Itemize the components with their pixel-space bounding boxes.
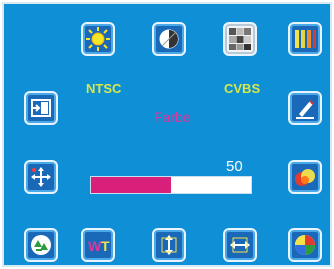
- text-icon[interactable]: W T: [81, 228, 115, 262]
- recycle-icon[interactable]: [24, 228, 58, 262]
- position-icon[interactable]: [24, 160, 58, 194]
- color-level-slider[interactable]: [90, 176, 252, 194]
- brightness-icon[interactable]: [81, 22, 115, 56]
- color-icon[interactable]: [288, 160, 322, 194]
- vertical-size-icon[interactable]: [152, 228, 186, 262]
- value-label: 50: [226, 158, 243, 175]
- exit-input-icon[interactable]: [24, 91, 58, 125]
- pattern-icon[interactable]: [223, 22, 257, 56]
- edit-icon[interactable]: [288, 91, 322, 125]
- color-bars-icon[interactable]: [288, 22, 322, 56]
- osd-menu: NTSC CVBS Farbe W T 50: [2, 2, 332, 267]
- slider-fill: [91, 177, 171, 193]
- svg-text:T: T: [101, 238, 110, 254]
- horizontal-size-icon[interactable]: [223, 228, 257, 262]
- input-source-label: CVBS: [224, 81, 261, 96]
- color-wheel-icon[interactable]: [288, 228, 322, 262]
- svg-text:W: W: [88, 238, 102, 254]
- contrast-icon[interactable]: [152, 22, 186, 56]
- signal-standard-label: NTSC: [86, 81, 122, 96]
- selected-item-label: Farbe: [154, 109, 191, 125]
